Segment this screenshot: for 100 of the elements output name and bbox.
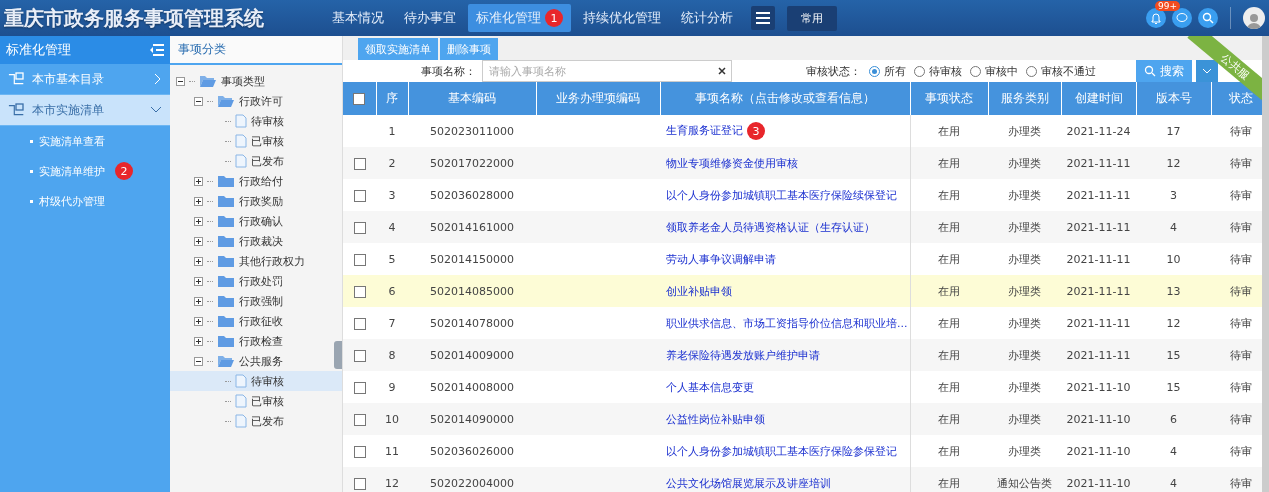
- tree-node[interactable]: 行政裁决: [239, 233, 283, 249]
- tree-node[interactable]: 事项类型: [221, 73, 265, 89]
- table-cell: 502014150000: [408, 243, 536, 275]
- nav-tab[interactable]: 统计分析: [673, 3, 741, 33]
- item-link[interactable]: 公益性岗位补贴申领: [666, 412, 765, 426]
- table-cell: 2021-11-11: [1061, 243, 1136, 275]
- expand-toggle-icon[interactable]: [194, 296, 203, 306]
- tree-node[interactable]: 行政处罚: [239, 273, 283, 289]
- collapse-menu-icon[interactable]: [150, 44, 164, 56]
- tree-node[interactable]: 行政给付: [239, 173, 283, 189]
- column-header: 基本编码: [408, 82, 536, 115]
- row-checkbox[interactable]: [353, 349, 366, 362]
- expand-toggle-icon[interactable]: [194, 196, 203, 206]
- collapse-handle[interactable]: [334, 341, 342, 369]
- menu-icon[interactable]: [751, 6, 775, 30]
- expand-toggle-icon[interactable]: [194, 216, 203, 226]
- column-header: 序: [376, 82, 408, 115]
- collapse-toggle-icon[interactable]: [194, 96, 203, 106]
- item-name-field[interactable]: 请输入事项名称: [482, 60, 732, 82]
- folder-icon: [217, 334, 235, 348]
- row-checkbox[interactable]: [353, 253, 366, 266]
- table-cell: 待审: [1211, 147, 1262, 179]
- table-cell: 在用: [910, 211, 988, 243]
- sidebar-item[interactable]: 本市实施清单: [0, 95, 170, 126]
- tree-node[interactable]: 行政强制: [239, 293, 283, 309]
- column-header: 创建时间: [1061, 82, 1136, 115]
- item-link[interactable]: 个人基本信息变更: [666, 380, 754, 394]
- annotation-badge: 3: [747, 122, 765, 140]
- search-icon[interactable]: [1198, 8, 1218, 28]
- item-link[interactable]: 生育服务证登记: [666, 124, 743, 137]
- nav-tab[interactable]: 持续优化管理: [575, 3, 669, 33]
- table-cell: 办理类: [988, 403, 1061, 435]
- row-checkbox[interactable]: [353, 445, 366, 458]
- radio-option[interactable]: 待审核: [914, 63, 962, 79]
- table-cell: 2021-11-10: [1061, 403, 1136, 435]
- table-cell: 13: [1136, 275, 1211, 307]
- tree-node[interactable]: 已发布: [251, 413, 284, 429]
- table-cell: 2021-11-24: [1061, 115, 1136, 147]
- expand-toggle-icon[interactable]: [194, 256, 203, 266]
- select-all-checkbox[interactable]: [353, 93, 366, 105]
- item-link[interactable]: 职业供求信息、市场工资指导价位信息和职业培...: [666, 316, 908, 330]
- row-checkbox[interactable]: [353, 221, 366, 234]
- quick-access-button[interactable]: 常用: [787, 5, 837, 31]
- notification-count: 99+: [1155, 1, 1180, 11]
- table-cell: 2021-11-11: [1061, 339, 1136, 371]
- tree-node[interactable]: 其他行政权力: [239, 253, 305, 269]
- collapse-toggle-icon[interactable]: [194, 356, 203, 366]
- item-link[interactable]: 以个人身份参加城镇职工基本医疗保险参保登记: [666, 444, 897, 458]
- table-cell: 待审: [1211, 467, 1262, 492]
- radio-option[interactable]: 所有: [869, 63, 906, 79]
- item-link[interactable]: 创业补贴申领: [666, 284, 732, 298]
- tree-node[interactable]: 行政征收: [239, 313, 283, 329]
- chevron-down-icon: [150, 106, 162, 114]
- radio-option[interactable]: 审核中: [970, 63, 1018, 79]
- folder-open-icon: [199, 74, 217, 88]
- avatar-icon[interactable]: [1243, 7, 1265, 29]
- bell-icon[interactable]: [1146, 8, 1166, 28]
- tree-node[interactable]: 行政许可: [239, 93, 283, 109]
- table-cell: 2021-11-10: [1061, 371, 1136, 403]
- table-cell: 办理类: [988, 275, 1061, 307]
- row-checkbox[interactable]: [353, 317, 366, 330]
- tree-node[interactable]: 待审核: [251, 373, 284, 389]
- row-checkbox[interactable]: [353, 477, 366, 490]
- tree-node[interactable]: 行政检查: [239, 333, 283, 349]
- nav-tab[interactable]: 基本情况: [324, 3, 392, 33]
- chevron-right-icon: [154, 73, 162, 85]
- table-cell: 1: [376, 115, 408, 147]
- tree-node[interactable]: 已发布: [251, 153, 284, 169]
- table-cell: 在用: [910, 243, 988, 275]
- item-link[interactable]: 以个人身份参加城镇职工基本医疗保险续保登记: [666, 188, 897, 202]
- row-checkbox[interactable]: [353, 189, 366, 202]
- tree-node[interactable]: 行政确认: [239, 213, 283, 229]
- table-cell: 办理类: [988, 435, 1061, 467]
- tree-node[interactable]: 已审核: [251, 133, 284, 149]
- nav-tab[interactable]: 标准化管理 1: [468, 3, 571, 33]
- collapse-toggle-icon[interactable]: [176, 76, 185, 86]
- expand-toggle-icon[interactable]: [194, 336, 203, 346]
- tree-node[interactable]: 待审核: [251, 113, 284, 129]
- tree-node[interactable]: 行政奖励: [239, 193, 283, 209]
- row-checkbox[interactable]: [353, 413, 366, 426]
- expand-toggle-icon[interactable]: [194, 236, 203, 246]
- module-icon: [8, 72, 24, 86]
- row-checkbox[interactable]: [353, 285, 366, 298]
- item-link[interactable]: 劳动人事争议调解申请: [666, 252, 776, 266]
- clear-icon[interactable]: [718, 67, 726, 75]
- table-cell: 502014078000: [408, 307, 536, 339]
- radio-option[interactable]: 审核不通过: [1026, 63, 1096, 79]
- table-cell: 11: [376, 435, 408, 467]
- tree-node[interactable]: 公共服务: [239, 353, 283, 369]
- expand-toggle-icon[interactable]: [194, 276, 203, 286]
- tree-node[interactable]: 已审核: [251, 393, 284, 409]
- table-cell: 在用: [910, 467, 988, 492]
- row-checkbox[interactable]: [353, 157, 366, 170]
- chat-icon[interactable]: [1172, 8, 1192, 28]
- table-cell: 4: [1136, 467, 1211, 492]
- row-checkbox[interactable]: [353, 381, 366, 394]
- file-icon: [235, 114, 247, 128]
- expand-toggle-icon[interactable]: [194, 176, 203, 186]
- expand-toggle-icon[interactable]: [194, 316, 203, 326]
- nav-tab[interactable]: 待办事宜: [396, 3, 464, 33]
